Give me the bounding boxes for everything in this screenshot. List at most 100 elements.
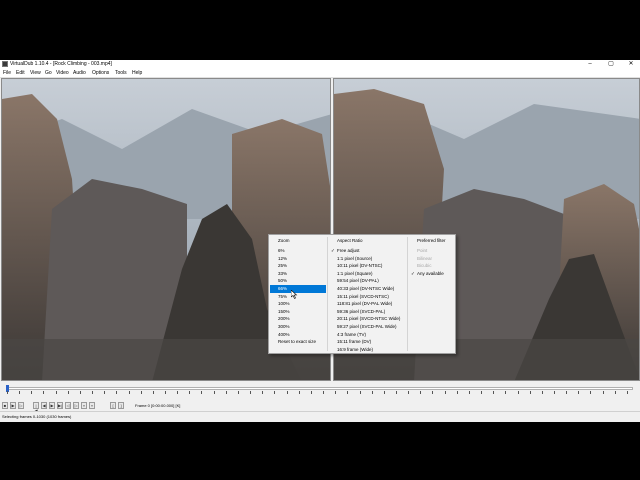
maximize-icon[interactable]: ▢ (604, 60, 618, 69)
preferred_filter-item[interactable]: Point (409, 247, 455, 255)
timeline-tick (420, 391, 422, 394)
aspect_ratio-item[interactable]: 40:33 pixel (DV-NTSC Wide) (329, 285, 406, 293)
timeline-tick (165, 391, 167, 394)
menu-view[interactable]: View (30, 69, 41, 77)
timeline-tick (432, 391, 434, 394)
zoom-item[interactable]: 200% (270, 315, 326, 323)
zoom-item[interactable]: 33% (270, 270, 326, 278)
preferred_filter-item-label: Bicubic (417, 263, 432, 269)
aspect_ratio-item[interactable]: 118:81 pixel (DV-PAL Wide) (329, 300, 406, 308)
menu-edit[interactable]: Edit (16, 69, 25, 77)
status-bar: Selecting frames 0-1030 (1030 frames) (0, 411, 640, 422)
preferred_filter-item[interactable]: Bilinear (409, 255, 455, 263)
aspect_ratio-item[interactable]: 20:11 pixel (SVCD-NTSC Wide) (329, 315, 406, 323)
zoom-item[interactable]: 400% (270, 331, 326, 339)
aspect_ratio-item[interactable]: 1:1 pixel (Source) (329, 255, 406, 263)
menu-video[interactable]: Video (56, 69, 69, 77)
timeline-tick (578, 391, 580, 394)
timeline-tick (43, 391, 45, 394)
aspect_ratio-item[interactable]: 59:36 pixel (SVCD-PAL) (329, 308, 406, 316)
preferred-filter-column: Preferred filter Point Bilinear Bicubic ✓ An… (408, 235, 456, 353)
menu-go[interactable]: Go (45, 69, 52, 77)
preferred_filter-item-label: Bilinear (417, 255, 433, 261)
aspect_ratio-item[interactable]: 10:11 pixel (DV-NTSC) (329, 262, 406, 270)
aspect_ratio-item[interactable]: 4:3 frame (TV) (329, 331, 406, 339)
preferred_filter-item[interactable]: ✓ Any available (409, 270, 455, 278)
timeline-tick (614, 391, 616, 394)
timeline-ticks: 0204060801001201401601802002202402602803… (6, 391, 633, 408)
timeline-tick (493, 391, 495, 394)
timeline-track[interactable] (7, 387, 633, 390)
timeline-tick (444, 391, 446, 394)
timeline-tick (213, 391, 215, 394)
mark-out-icon[interactable]: ] (118, 402, 124, 409)
timeline-tick (395, 391, 397, 394)
menu-help[interactable]: Help (132, 69, 142, 77)
zoom-item[interactable]: 50% (270, 277, 326, 285)
menu-options[interactable]: Options (92, 69, 109, 77)
zoom-item-label: 66% (278, 286, 288, 291)
timeline-tick (323, 391, 325, 394)
play-input-icon[interactable]: ▶ (10, 402, 16, 409)
preferred_filter-item[interactable]: Bicubic (409, 262, 455, 270)
timeline-tick (104, 391, 106, 394)
zoom-item[interactable]: 25% (270, 262, 326, 270)
zoom-item-label: 75% (278, 293, 288, 299)
aspect_ratio-item[interactable]: 59:27 pixel (SVCD-PAL Wide) (329, 323, 406, 331)
end-icon[interactable]: ▶| (57, 402, 63, 409)
aspect_ratio-item[interactable]: ✓ Free adjust (329, 247, 406, 255)
timeline-tick (274, 391, 276, 394)
aspect_ratio-item[interactable]: 59:54 pixel (DV-PAL) (329, 277, 406, 285)
next-key-icon[interactable]: ▷ (73, 402, 79, 409)
timeline-tick (335, 391, 337, 394)
next-scene-icon[interactable]: » (89, 402, 95, 409)
aspect_ratio-item[interactable]: 16:9 frame (Wide) (329, 346, 406, 354)
prev-scene-icon[interactable]: « (81, 402, 87, 409)
timeline-tick (92, 391, 94, 394)
timeline-tick (237, 391, 239, 394)
zoom-item[interactable]: 300% (270, 323, 326, 331)
timeline-tick (541, 391, 543, 394)
menu-audio[interactable]: Audio (73, 69, 86, 77)
zoom-item[interactable]: 75% (270, 293, 326, 301)
aspect_ratio-item[interactable]: 15:11 frame (DV) (329, 338, 406, 346)
aspect_ratio-item[interactable]: 15:11 pixel (SVCD-NTSC) (329, 293, 406, 301)
zoom-item[interactable]: 12% (270, 255, 326, 263)
menu-file[interactable]: File (3, 69, 11, 77)
prev-key-icon[interactable]: ◁ (65, 402, 71, 409)
zoom-item[interactable]: 6% (270, 247, 326, 255)
menu-tools[interactable]: Tools (115, 69, 127, 77)
aspect_ratio-item[interactable]: 1:1 pixel (Square) (329, 270, 406, 278)
stop-icon[interactable]: ■ (2, 402, 8, 409)
mark-in-icon[interactable]: [ (110, 402, 116, 409)
timeline[interactable]: 0204060801001201401601802002202402602803… (0, 382, 640, 408)
aspect_ratio-item-label: Free adjust (337, 248, 360, 253)
next-frame-icon[interactable]: ▶ (49, 402, 55, 409)
close-icon[interactable]: ✕ (624, 60, 638, 69)
zoom-item-label: 200% (278, 316, 290, 322)
aspect_ratio-item-label: 10:11 pixel (DV-NTSC) (337, 263, 383, 269)
preferred_filter-item-label: Point (417, 248, 428, 253)
timeline-tick (140, 391, 142, 394)
prev-frame-icon[interactable]: ◀ (41, 402, 47, 409)
zoom-item[interactable]: Reset to exact size (270, 338, 326, 346)
start-icon[interactable]: |◀ (33, 402, 39, 413)
timeline-tick (262, 391, 264, 394)
zoom-column: Zoom 6% 12% 25% 33% 50% 66% 75% 100% 150% 200% 300… (269, 235, 327, 353)
zoom-item[interactable]: 100% (270, 300, 326, 308)
zoom-item-label: 12% (278, 255, 288, 261)
preferred-filter-header: Preferred filter (417, 238, 446, 243)
aspect_ratio-item-label: 1:1 pixel (Source) (337, 255, 373, 261)
checkmark-icon: ✓ (331, 248, 335, 253)
minimize-icon[interactable]: – (583, 60, 597, 69)
play-output-icon[interactable]: ▷ (18, 402, 24, 409)
preferred_filter-item-label: Any available (417, 270, 444, 276)
title-bar[interactable]: VirtualDub 1.10.4 - [Rock Climbing - 003… (0, 60, 640, 69)
aspect_ratio-item-label: 20:11 pixel (SVCD-NTSC Wide) (337, 316, 401, 322)
aspect_ratio-item-label: 15:11 pixel (SVCD-NTSC) (337, 293, 389, 299)
zoom-item[interactable]: 66% (270, 285, 326, 293)
timeline-tick (456, 391, 458, 394)
zoom-item[interactable]: 150% (270, 308, 326, 316)
frame-indicator: Frame 0 [0:00:00.000] [K] (135, 403, 181, 408)
timeline-tick (359, 391, 361, 394)
